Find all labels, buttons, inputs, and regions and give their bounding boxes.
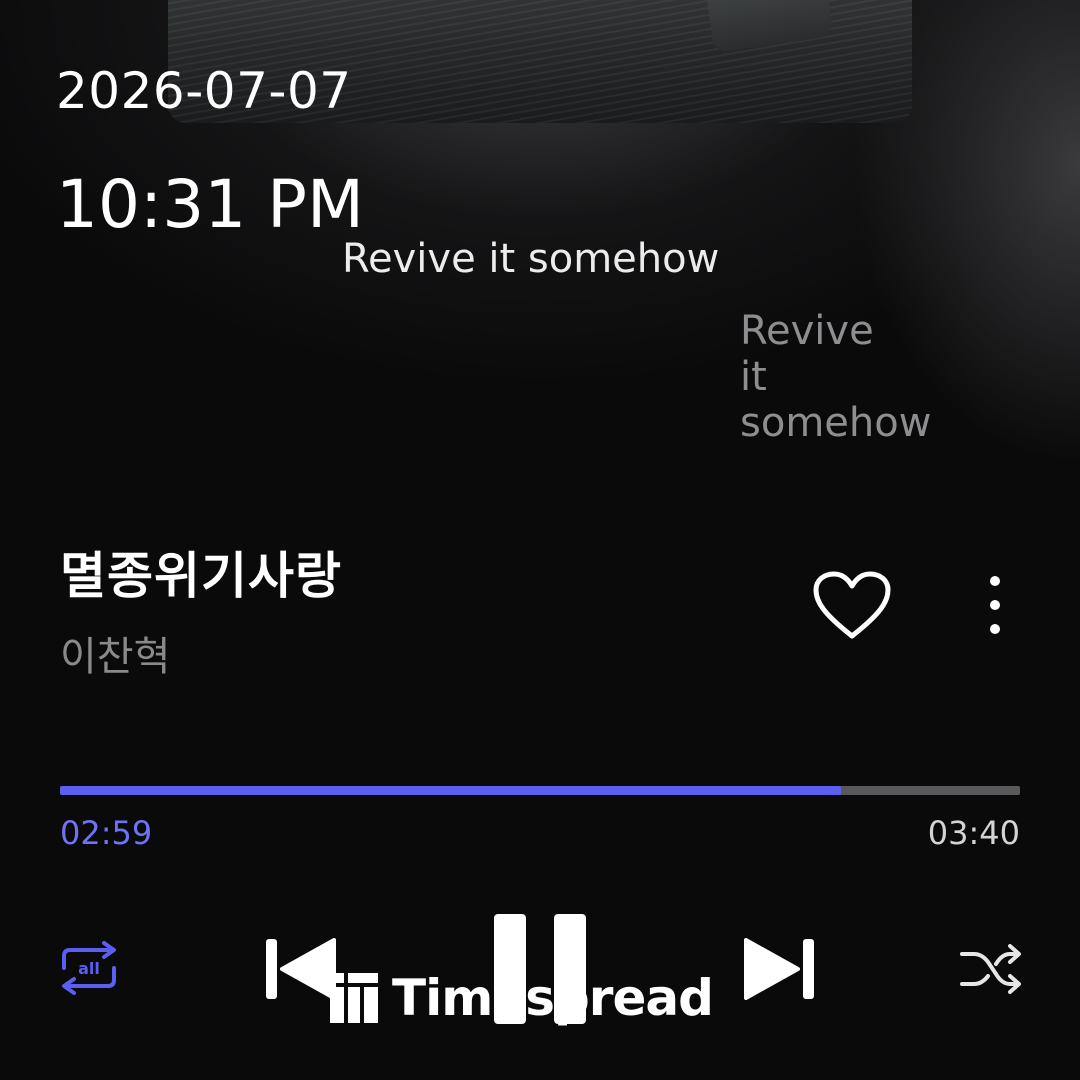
more-options-button[interactable] xyxy=(970,572,1020,638)
shuffle-icon xyxy=(960,944,1021,994)
skip-previous-icon xyxy=(266,938,336,1000)
total-duration: 03:40 xyxy=(927,814,1020,852)
repeat-mode-label: all xyxy=(78,959,100,978)
skip-next-icon xyxy=(744,938,814,1000)
progress-fill xyxy=(60,786,842,795)
shuffle-button[interactable] xyxy=(958,942,1024,996)
status-time: 10:31 PM xyxy=(56,166,364,243)
progress-bar[interactable] xyxy=(60,786,1020,795)
album-art-detail xyxy=(702,0,834,53)
more-vertical-icon xyxy=(990,576,1000,634)
artist-name[interactable]: 이찬혁 xyxy=(60,624,170,682)
lyric-current-line[interactable]: Revive it somehow xyxy=(342,236,719,282)
next-track-button[interactable] xyxy=(740,936,818,1002)
status-date: 2026-07-07 xyxy=(56,62,352,120)
heart-outline-icon xyxy=(813,571,891,639)
elapsed-time: 02:59 xyxy=(60,814,153,852)
like-button[interactable] xyxy=(812,570,892,642)
repeat-all-icon: all xyxy=(62,941,116,995)
song-title: 멸종위기사랑 xyxy=(60,547,342,605)
lyric-next-line[interactable]: Revive it somehow xyxy=(740,308,931,446)
repeat-button[interactable]: all xyxy=(56,938,122,998)
pause-button[interactable] xyxy=(490,910,590,1028)
previous-track-button[interactable] xyxy=(262,936,340,1002)
pause-icon xyxy=(494,914,586,1024)
